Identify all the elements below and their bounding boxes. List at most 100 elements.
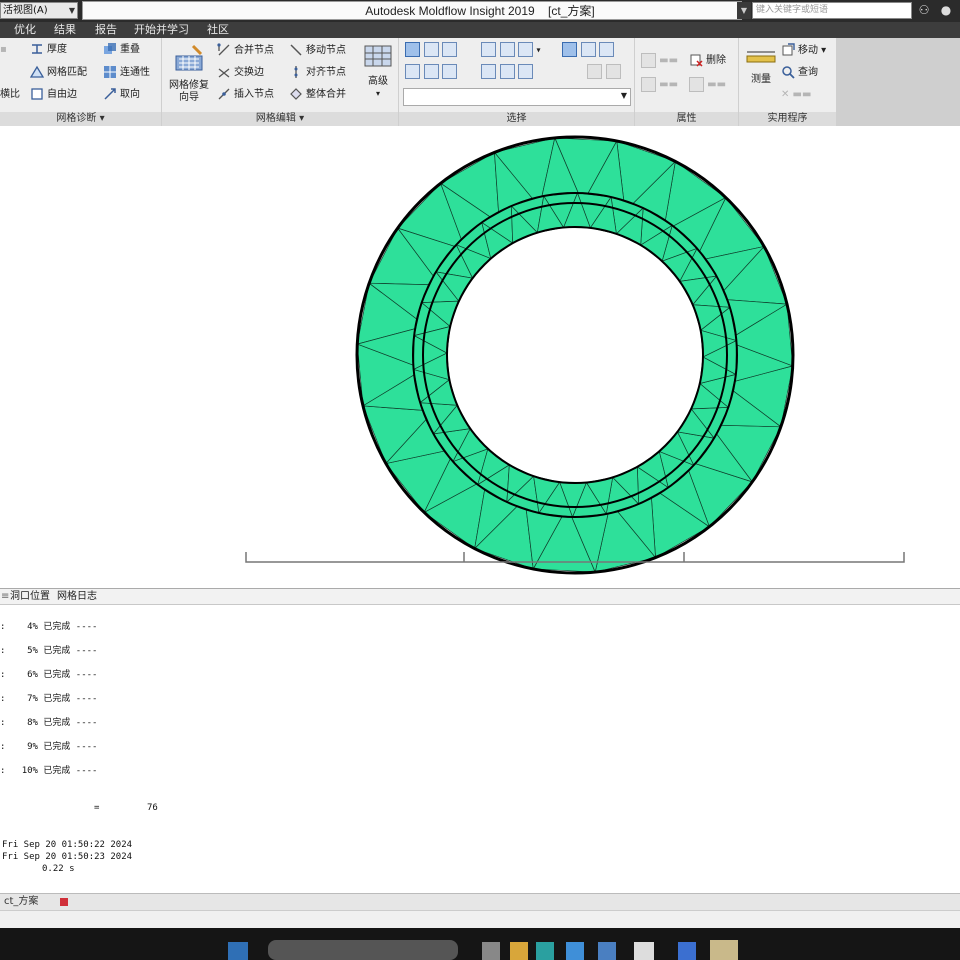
orientation-label: 取向 [120,89,140,100]
search-input[interactable]: 键入关键字或短语 [752,2,912,19]
swap-edge-icon [217,65,231,79]
insert-node-button[interactable]: 插入节点 [217,86,274,104]
select-region-icon[interactable] [499,64,515,79]
panel-label-utilities: 实用程序 [739,112,836,126]
align-nodes-button[interactable]: 对齐节点 [289,64,346,82]
tab-start-learn[interactable]: 开始并学习 [134,23,189,37]
free-edge-button[interactable]: 自由边 [30,86,77,104]
move-button[interactable]: 移动 ▾ [781,42,826,60]
panel-label-mesh-edit[interactable]: 网格编辑 ▾ [162,112,398,126]
mesh-repair-wizard-line1: 网格修复 [169,80,209,91]
chevron-down-icon: ▼ [68,6,75,15]
measure-label: 测量 [751,74,771,85]
tab-optimize[interactable]: 优化 [14,23,36,37]
thickness-button[interactable]: 厚度 [30,41,67,59]
select-frame-icon[interactable] [518,42,533,57]
select-property-icon[interactable] [481,64,496,79]
tab-arrow-icon[interactable]: ≡ [1,590,9,604]
change-property-button[interactable]: ▬▬ [689,76,726,94]
edit-property-button[interactable]: ▬▬ [641,52,678,70]
menu-bar: 优化 结果 报告 开始并学习 社区 [0,22,960,38]
assign-property-button[interactable]: ▬▬ [641,76,678,94]
ribbon: ▪ 横比 厚度 网格匹配 自由边 重叠 连通性 取向 网格诊断 ▾ 网格修复 向… [0,38,836,126]
select-expand-icon[interactable] [580,42,596,57]
query-button[interactable]: 查询 [781,64,818,82]
tab-results[interactable]: 结果 [54,23,76,37]
tab-mesh-log[interactable]: 网格日志 [57,590,97,604]
mesh-match-button[interactable]: 网格匹配 [29,64,87,82]
selection-filter-dropdown[interactable]: ▼ [403,88,631,106]
select-mode-icon[interactable] [562,42,577,57]
log-time-start: Fri Sep 20 01:50:22 2024 [2,840,133,850]
select-elements-icon[interactable] [442,64,457,79]
move-label: 移动 [798,45,818,56]
global-merge-button[interactable]: 整体合并 [289,86,346,104]
panel-label-mesh-diagnostics[interactable]: 网格诊断 ▾ [0,112,161,126]
taskbar [228,940,738,960]
aspect-ratio-button[interactable]: 横比 [0,86,20,104]
users-icon[interactable]: ⚇ [916,3,932,18]
connectivity-button[interactable]: 连通性 [103,64,150,82]
select-edges-icon[interactable] [423,64,439,79]
overlap-icon [103,42,117,56]
free-edge-label: 自由边 [47,89,77,100]
select-nodes-icon[interactable] [405,64,420,79]
select-lasso-icon[interactable] [442,42,457,57]
query-label: 查询 [798,67,818,78]
tab-gate-location[interactable]: 洞口位置 [10,590,50,604]
insert-node-icon [217,87,231,101]
move-node-button[interactable]: 移动节点 [289,42,346,60]
align-nodes-icon [289,65,303,79]
ruler-icon [746,51,776,63]
scale-bar [245,552,905,563]
mesh-log-output[interactable]: : 4% 已完成 ---- : 5% 已完成 ---- : 6% 已完成 ---… [0,605,960,893]
measure-button[interactable]: 测量 [743,48,779,86]
panel-mesh-diagnostics: ▪ 横比 厚度 网格匹配 自由边 重叠 连通性 取向 网格诊断 ▾ [0,38,162,126]
document-tab[interactable]: ct_方案 [4,895,38,909]
chevron-down-icon[interactable]: ▾ [537,46,541,55]
swap-edge-label: 交换边 [234,67,264,78]
log-count-value: 76 [147,803,158,813]
select-box-icon[interactable] [481,42,496,57]
tab-community[interactable]: 社区 [207,23,229,37]
select-layer-icon[interactable] [599,42,614,57]
select-circle-icon[interactable] [423,42,439,57]
mesh-repair-wizard-button[interactable]: 网格修复 向导 [164,44,214,104]
mesh-model[interactable] [0,126,960,588]
mesh-repair-wizard-line2: 向导 [179,92,199,103]
panel-utilities: 测量 移动 ▾ 查询 ✕ ▬▬ 实用程序 [739,38,836,126]
align-nodes-label: 对齐节点 [306,67,346,78]
panel-properties: ▬▬ 删除 ▬▬ ▬▬ 属性 [635,38,739,126]
merge-nodes-button[interactable]: 合并节点 [217,42,274,60]
free-edge-icon [30,87,44,101]
chevron-down-icon[interactable]: ▼ [737,2,751,19]
advanced-button[interactable]: 高级 ▾ [360,44,396,100]
advanced-label: 高级 [368,76,388,87]
overlap-label: 重叠 [120,44,140,55]
model-viewport[interactable] [0,126,960,588]
tab-report[interactable]: 报告 [95,23,117,37]
delete-button[interactable]: 删除 [689,52,726,70]
swap-edge-button[interactable]: 交换边 [217,64,264,82]
user-icon[interactable]: ● [938,3,954,18]
taskbar-app-icon [228,942,248,960]
overlap-button[interactable]: 重叠 [103,41,140,59]
log-tab-bar: ≡ 洞口位置 网格日志 [0,588,960,605]
select-arrow-icon[interactable] [405,42,420,57]
select-body-icon[interactable] [518,64,533,79]
partial-button[interactable]: ▪ [0,41,7,59]
panel-label-selection: 选择 [399,112,634,126]
merge-nodes-icon [217,43,231,57]
close-tab-icon[interactable] [60,898,68,906]
select-disabled-icon [605,64,621,79]
edit-property-icon [641,52,656,68]
taskbar-app-icon [482,942,500,960]
select-window-icon[interactable] [499,42,515,57]
orientation-button[interactable]: 取向 [103,86,140,104]
workspace-select[interactable]: 活视图(A) ▼ [0,2,78,19]
taskbar-app-icon [566,942,584,960]
aspect-ratio-label: 横比 [0,89,20,100]
thickness-label: 厚度 [47,44,67,55]
monitor-bezel [0,928,960,960]
taskbar-search-icon [268,940,458,960]
